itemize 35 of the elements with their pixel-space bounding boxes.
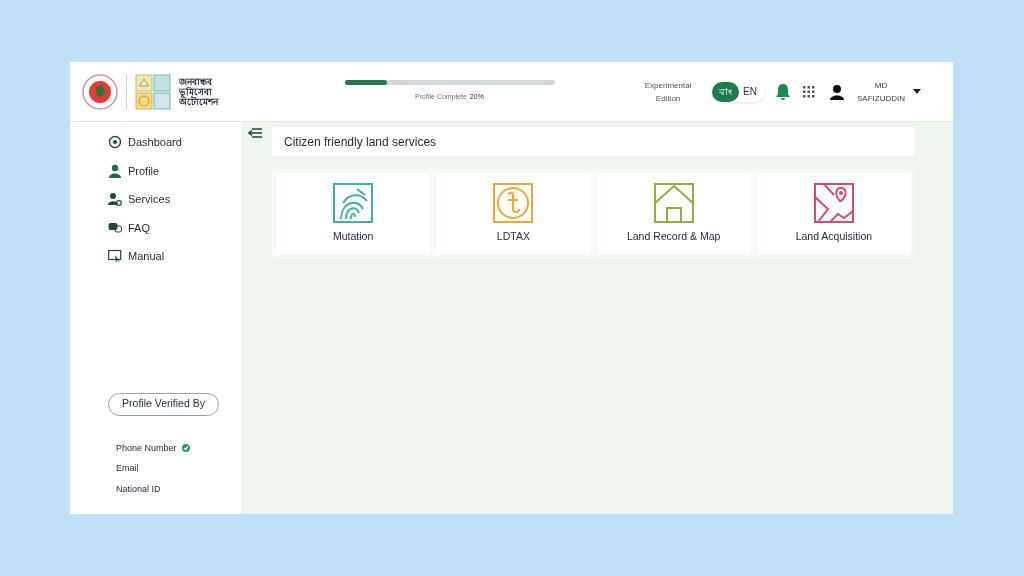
service-card[interactable]: Land Record & Map: [596, 173, 751, 255]
logo-text: জনবান্ধব ভূমিসেবা অটোমেশন: [179, 76, 218, 107]
notification-bell-icon[interactable]: [775, 82, 791, 101]
language-option[interactable]: EN: [739, 81, 761, 102]
collapse-menu-icon[interactable]: [248, 127, 262, 139]
profile-icon: [108, 163, 122, 178]
edition-label: Experimental Edition: [643, 79, 693, 105]
service-label: LDTAX: [496, 229, 530, 245]
verification-label: Phone Number: [116, 441, 177, 455]
land-logo-icon: [135, 73, 171, 110]
service-card[interactable]: Mutation: [276, 173, 431, 255]
services-icon: [108, 192, 122, 207]
profile-verified-button[interactable]: Profile Verified By: [108, 392, 219, 416]
verification-label: National ID: [116, 482, 161, 496]
language-option[interactable]: বাং: [712, 81, 740, 102]
service-label: Land Acquisition: [795, 229, 873, 245]
manual-icon: [108, 249, 122, 264]
service-card[interactable]: LDTAX: [436, 173, 591, 255]
faq-icon: [108, 220, 122, 235]
sidebar-item[interactable]: Profile: [108, 162, 160, 179]
section-title: Citizen friendly land services: [272, 127, 915, 156]
caret-icon[interactable]: [913, 89, 921, 94]
sidebar-item[interactable]: Services: [108, 191, 171, 208]
user-avatar-icon[interactable]: [829, 83, 845, 100]
sidebar-item[interactable]: Dashboard: [108, 134, 182, 151]
apps-grid-icon[interactable]: [803, 85, 815, 98]
service-card[interactable]: Land Acquisition: [756, 173, 911, 255]
dashboard-icon: [108, 135, 122, 150]
service-label: Land Record & Map: [626, 229, 721, 245]
sidebar-item[interactable]: FAQ: [108, 219, 150, 236]
emblem-icon: [82, 73, 118, 110]
sidebar-item[interactable]: Manual: [108, 248, 165, 265]
user-name[interactable]: MD SAFIZUDDIN: [851, 78, 911, 105]
verification-label: Email: [116, 462, 139, 475]
service-label: Mutation: [333, 229, 374, 245]
